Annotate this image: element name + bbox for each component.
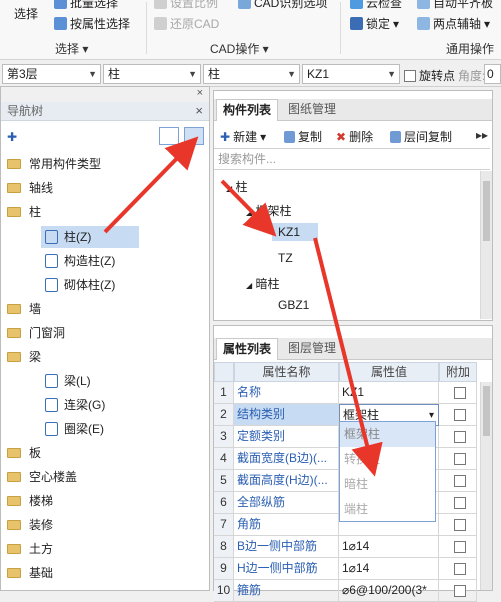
arrow-to-hidden-option bbox=[313, 237, 383, 477]
arrow-to-grid-view bbox=[103, 136, 199, 234]
annotation-arrows bbox=[103, 136, 383, 477]
arrow-to-kz1 bbox=[220, 179, 277, 237]
